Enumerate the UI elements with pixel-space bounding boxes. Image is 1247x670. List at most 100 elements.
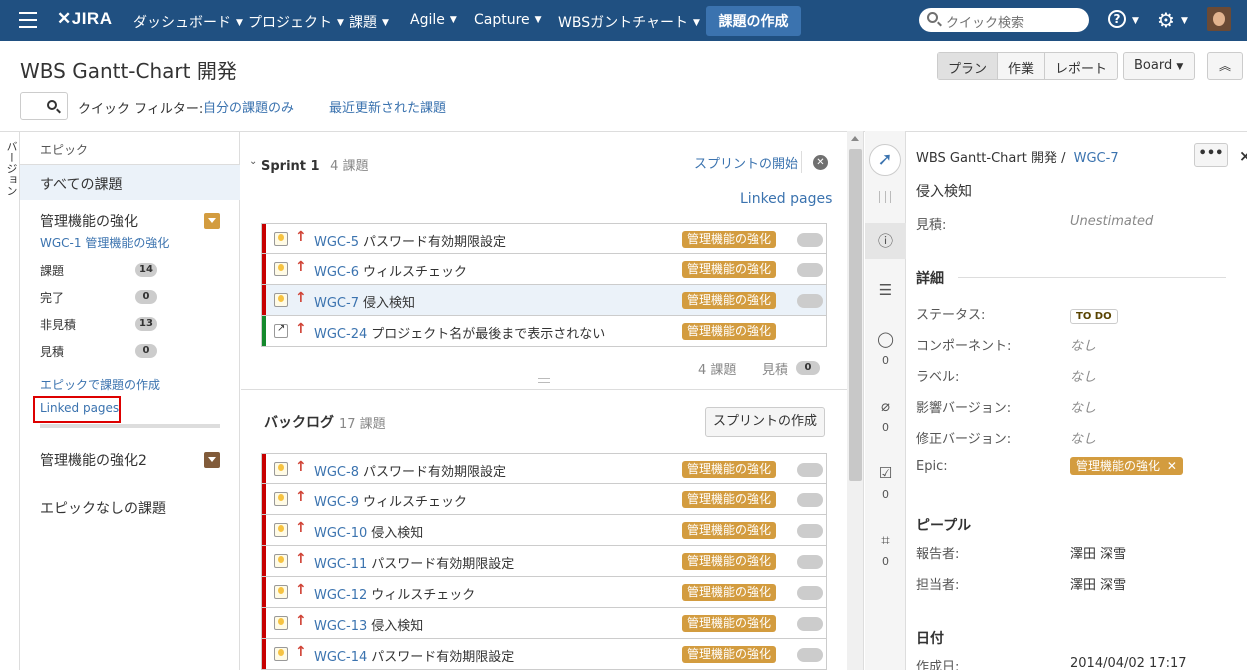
chevron-down-icon[interactable]: ⌄ <box>249 156 257 167</box>
estimate-value[interactable]: Unestimated <box>1070 214 1153 229</box>
issue-key[interactable]: WGC-24 <box>314 327 367 342</box>
nav-capture[interactable]: Capture ▼ <box>474 12 542 28</box>
issue-key[interactable]: WGC-13 <box>314 619 367 634</box>
board-search-input[interactable] <box>20 92 68 120</box>
issue-row[interactable]: ↑ WGC-10 侵入検知 管理機能の強化 <box>261 515 827 546</box>
rocket-icon[interactable]: ➚ <box>869 144 901 176</box>
epic-all-issues[interactable]: すべての課題 <box>20 164 240 200</box>
estimate-badge <box>797 463 823 477</box>
affects-version-label: 影響バージョン: <box>916 401 1012 416</box>
epic-tag[interactable]: 管理機能の強化 ✕ <box>1070 457 1183 475</box>
backlog-scrollbar[interactable] <box>847 131 864 670</box>
start-sprint-link[interactable]: スプリントの開始 <box>694 153 798 172</box>
improvement-icon <box>274 523 288 537</box>
assignee-value[interactable]: 澤田 深雪 <box>1070 574 1126 593</box>
sprint-linked-pages-link[interactable]: Linked pages <box>740 191 832 207</box>
issue-row-selected[interactable]: ↑ WGC-7 侵入検知 管理機能の強化 <box>261 285 827 316</box>
drag-handle[interactable] <box>538 378 550 383</box>
issue-row[interactable]: ↑ WGC-5 パスワード有効期限設定 管理機能の強化 <box>261 223 827 254</box>
fix-version-value[interactable]: なし <box>1070 428 1096 447</box>
close-icon[interactable]: ✕ <box>813 155 828 170</box>
issue-key[interactable]: WGC-12 <box>314 588 367 603</box>
highlight-box <box>33 396 121 423</box>
mode-plan-button[interactable]: プラン <box>938 53 999 79</box>
issue-summary: パスワード有効期限設定 <box>362 235 506 250</box>
nav-issues[interactable]: 課題 ▼ <box>349 12 389 32</box>
issue-row[interactable]: ↑ WGC-9 ウィルスチェック 管理機能の強化 <box>261 484 827 515</box>
scroll-thumb[interactable] <box>849 149 862 481</box>
versions-tab[interactable]: バージョン <box>0 131 20 670</box>
issue-row[interactable]: ↑ WGC-12 ウィルスチェック 管理機能の強化 <box>261 577 827 608</box>
subtask-icon[interactable]: ☑ <box>865 464 906 482</box>
breadcrumb: WBS Gantt-Chart 開発 / WGC-7 <box>916 151 1119 166</box>
issue-key[interactable]: WGC-7 <box>314 296 359 311</box>
create-sprint-button[interactable]: スプリントの作成 <box>705 407 825 437</box>
issue-row[interactable]: ↑ WGC-8 パスワード有効期限設定 管理機能の強化 <box>261 453 827 484</box>
issue-summary: 侵入検知 <box>362 296 415 311</box>
nav-projects[interactable]: プロジェクト ▼ <box>248 12 344 32</box>
epic-color-dropdown-icon[interactable] <box>204 213 220 229</box>
collapse-header-button[interactable]: ︽ <box>1207 52 1243 80</box>
estimate-badge <box>797 294 823 308</box>
issue-row[interactable]: ↑ WGC-13 侵入検知 管理機能の強化 <box>261 608 827 639</box>
board-menu-button[interactable]: Board ▼ <box>1123 52 1195 80</box>
priority-up-icon: ↑ <box>295 520 307 536</box>
mode-work-button[interactable]: 作業 <box>998 53 1046 79</box>
breadcrumb-issue-key[interactable]: WGC-7 <box>1074 151 1119 166</box>
nav-agile[interactable]: Agile ▼ <box>410 12 457 28</box>
drag-handle[interactable] <box>879 191 891 203</box>
issue-key[interactable]: WGC-9 <box>314 495 359 510</box>
no-epic-issues[interactable]: エピックなしの課題 <box>40 498 166 518</box>
issue-key[interactable]: WGC-5 <box>314 235 359 250</box>
issue-summary-title[interactable]: 侵入検知 <box>916 181 972 201</box>
issue-key[interactable]: WGC-6 <box>314 265 359 280</box>
priority-up-icon: ↑ <box>295 229 307 245</box>
close-icon[interactable]: × <box>1239 147 1247 165</box>
user-avatar[interactable] <box>1207 7 1231 31</box>
quick-search-input[interactable]: クイック検索 <box>919 8 1089 32</box>
epic-color-dropdown-icon[interactable] <box>204 452 220 468</box>
chevron-down-icon: ▼ <box>1181 16 1188 26</box>
divider <box>241 389 847 390</box>
issue-row[interactable]: ↑ WGC-11 パスワード有効期限設定 管理機能の強化 <box>261 546 827 577</box>
remove-icon[interactable]: ✕ <box>1167 459 1177 473</box>
affects-version-value[interactable]: なし <box>1070 397 1096 416</box>
issue-key[interactable]: WGC-10 <box>314 526 367 541</box>
issue-row[interactable]: ↑ WGC-6 ウィルスチェック 管理機能の強化 <box>261 254 827 285</box>
jira-logo[interactable]: ✕JIRA <box>57 9 112 29</box>
epic-key-link[interactable]: WGC-1 管理機能の強化 <box>40 234 169 251</box>
comment-icon[interactable]: ◯ <box>865 330 906 348</box>
attachment-icon[interactable]: ⌀ <box>865 397 906 415</box>
priority-up-icon: ↑ <box>295 259 307 275</box>
reporter-value[interactable]: 澤田 深雪 <box>1070 543 1126 562</box>
description-icon[interactable]: ☰ <box>865 281 906 299</box>
create-issue-button[interactable]: 課題の作成 <box>706 6 801 36</box>
more-actions-button[interactable]: ••• <box>1194 143 1228 167</box>
nav-wbs-gantt[interactable]: WBSガントチャート ▼ <box>558 12 700 32</box>
epic-name[interactable]: 管理機能の強化2 <box>40 450 147 470</box>
issue-row[interactable]: ↑ WGC-24 プロジェクト名が最後まで表示されない 管理機能の強化 <box>261 316 827 347</box>
quick-filter-recent[interactable]: 最近更新された課題 <box>329 97 446 116</box>
issue-row[interactable]: ↑ WGC-14 パスワード有効期限設定 管理機能の強化 <box>261 639 827 670</box>
screenshot-icon[interactable]: ⌗ <box>865 531 906 549</box>
epic-stat-badge: 14 <box>135 263 157 277</box>
mode-report-button[interactable]: レポート <box>1045 53 1117 79</box>
info-icon[interactable]: ⓘ <box>865 223 906 259</box>
issue-key[interactable]: WGC-8 <box>314 465 359 480</box>
epic-label: Epic: <box>916 459 948 474</box>
gear-icon[interactable]: ⚙ <box>1157 8 1175 32</box>
priority-strip <box>262 639 266 669</box>
help-icon[interactable]: ? <box>1108 10 1126 28</box>
issue-key[interactable]: WGC-11 <box>314 557 367 572</box>
component-value[interactable]: なし <box>1070 335 1096 354</box>
nav-dashboards[interactable]: ダッシュボード ▼ <box>133 12 243 32</box>
epic-name[interactable]: 管理機能の強化 <box>40 211 138 231</box>
scroll-up-arrow-icon[interactable] <box>851 136 859 141</box>
labels-value[interactable]: なし <box>1070 366 1096 385</box>
create-issue-in-epic-link[interactable]: エピックで課題の作成 <box>40 376 160 393</box>
breadcrumb-project[interactable]: WBS Gantt-Chart 開発 <box>916 151 1057 166</box>
quick-filter-mine[interactable]: 自分の課題のみ <box>203 97 294 116</box>
app-switcher-icon[interactable] <box>19 12 37 28</box>
issue-key[interactable]: WGC-14 <box>314 650 367 665</box>
priority-strip <box>262 515 266 545</box>
